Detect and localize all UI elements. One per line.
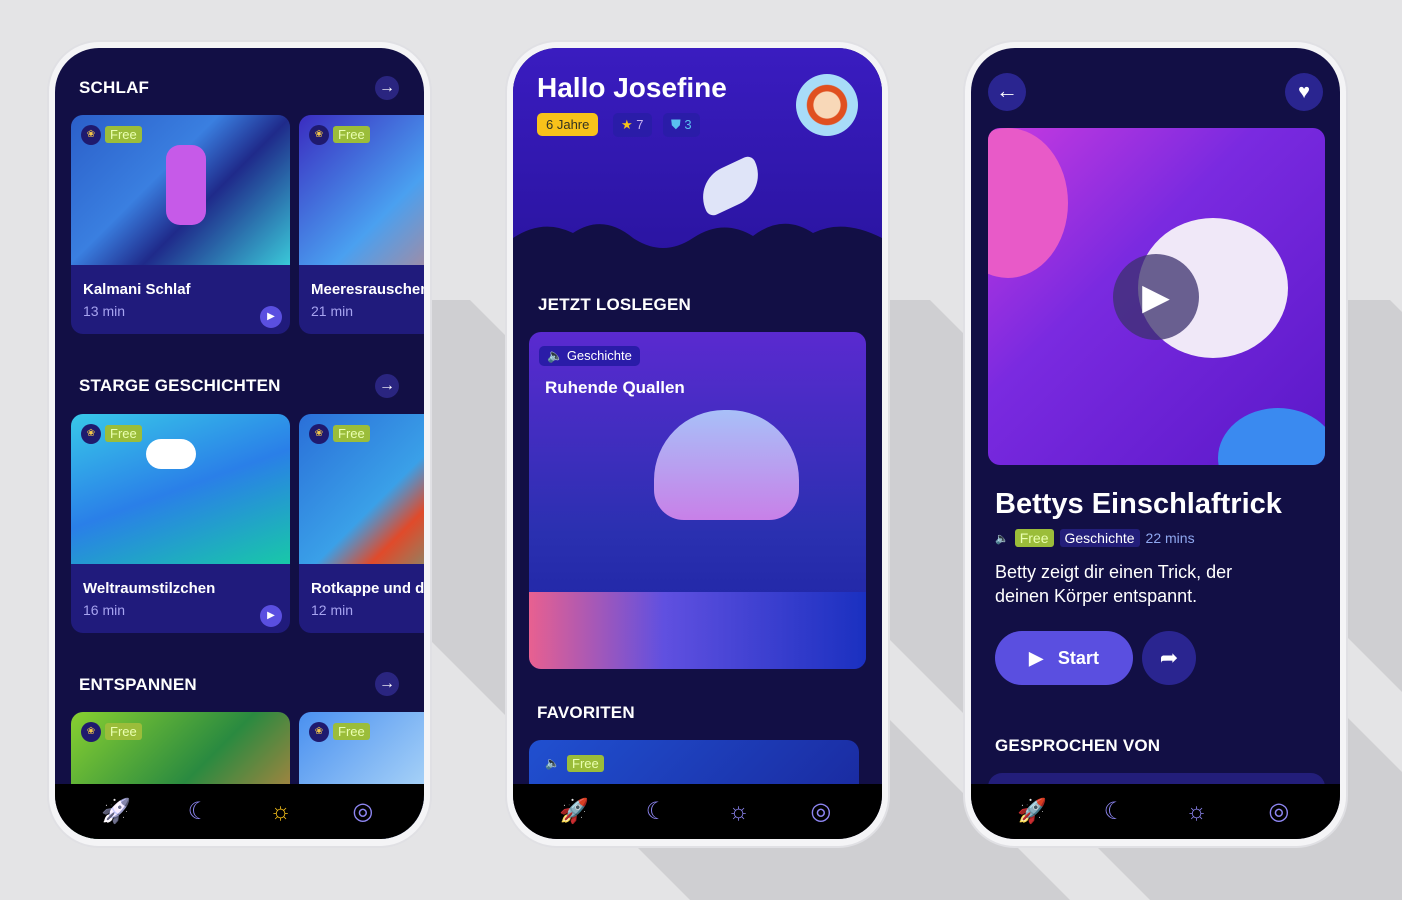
card-duration: 13 min [83, 303, 126, 319]
arrow-right-icon[interactable]: → [375, 76, 399, 100]
shields-pill: ⛊ 3 [663, 113, 700, 137]
speaker-icon: 🔈 [545, 756, 560, 770]
start-label: Start [1057, 648, 1099, 668]
lotus-icon: ❀ [309, 722, 329, 742]
section-title: JETZT LOSLEGEN [538, 295, 691, 314]
free-badge: Free [333, 425, 370, 442]
lotus-icon: ❀ [81, 424, 101, 444]
phone-home: Hallo Josefine 6 Jahre ★ 7 ⛊ 3 JETZT LOS… [507, 42, 888, 846]
cover-image: ▶ [988, 128, 1325, 465]
card-title: Rotkappe und der Wolf [311, 580, 424, 597]
shields-count: 3 [684, 117, 692, 132]
illustration [166, 145, 206, 225]
rocket-icon[interactable]: 🚀 [554, 797, 594, 826]
moon-icon[interactable]: ☾ [178, 797, 218, 826]
stars-pill: ★ 7 [613, 113, 652, 137]
profile-icon[interactable]: ◎ [343, 797, 383, 826]
lotus-icon: ❀ [81, 722, 101, 742]
free-badge: Free [105, 126, 142, 143]
rocket-icon[interactable]: 🚀 [96, 797, 136, 826]
arrow-right-icon[interactable]: → [375, 672, 399, 696]
card-duration: 16 min [83, 602, 126, 618]
free-badge: Free [333, 126, 370, 143]
feature-card[interactable]: 🔈 Geschichte Ruhende Quallen [529, 332, 866, 669]
card-rotkappe[interactable]: ❀ Free Rotkappe und der Wolf 12 min [299, 414, 424, 633]
play-icon: ▶ [1029, 648, 1043, 668]
card-duration: 21 min [311, 303, 354, 319]
clouds [513, 223, 882, 278]
profile-icon[interactable]: ◎ [1259, 797, 1299, 826]
duration: 22 mins [1145, 530, 1195, 546]
story-title: Bettys Einschlaftrick [995, 488, 1282, 520]
lotus-icon: ❀ [309, 424, 329, 444]
free-badge: Free [333, 723, 370, 740]
shield-icon: ⛊ [671, 117, 681, 132]
section-title: STARGE GESCHICHTEN [79, 376, 281, 395]
phone-detail: ← ♥ ▶ Bettys Einschlaftrick 🔈 Free Gesch… [965, 42, 1346, 846]
age-pill: 6 Jahre [537, 113, 599, 136]
play-button[interactable]: ▶ [1113, 254, 1199, 340]
section-title: FAVORITEN [537, 703, 635, 722]
play-icon[interactable]: ▶ [260, 306, 282, 328]
sun-icon[interactable]: ☼ [719, 798, 759, 826]
star-icon: ★ [621, 117, 633, 132]
greeting: Hallo Josefine [537, 72, 727, 103]
bottom-nav: 🚀 ☾ ☼ ◎ [55, 784, 424, 839]
back-button[interactable]: ← [988, 73, 1026, 111]
card-duration: 12 min [311, 602, 354, 618]
moon-icon[interactable]: ☾ [636, 797, 676, 826]
story-description: Betty zeigt dir einen Trick, der deinen … [995, 562, 1233, 606]
card-title: Kalmani Schlaf [83, 281, 191, 298]
bottom-nav: 🚀 ☾ ☼ ◎ [971, 784, 1340, 839]
stars-count: 7 [636, 117, 644, 132]
section-title: ENTSPANNEN [79, 675, 197, 694]
lotus-icon: ❀ [81, 125, 101, 145]
phone-browse: SCHLAF → ❀ Free Kalmani Schlaf 13 min ▶ … [49, 42, 430, 846]
arrow-right-icon[interactable]: → [375, 374, 399, 398]
coral-illustration [529, 592, 866, 669]
rocket-icon[interactable]: 🚀 [1012, 797, 1052, 826]
avatar[interactable] [796, 74, 858, 136]
play-icon[interactable]: ▶ [260, 605, 282, 627]
profile-icon[interactable]: ◎ [801, 797, 841, 826]
card-weltraumstilzchen[interactable]: ❀ Free Weltraumstilzchen 16 min ▶ [71, 414, 290, 633]
free-badge: Free [1014, 529, 1054, 547]
sun-icon[interactable]: ☼ [1177, 798, 1217, 826]
heart-button[interactable]: ♥ [1285, 73, 1323, 111]
planet-illustration [1218, 408, 1325, 465]
jellyfish-illustration [654, 410, 799, 520]
lotus-icon: ❀ [309, 125, 329, 145]
planet-illustration [988, 128, 1068, 278]
free-badge: Free [567, 755, 604, 772]
free-badge: Free [105, 723, 142, 740]
share-button[interactable]: ➦ [1142, 631, 1196, 685]
sun-icon[interactable]: ☼ [261, 798, 301, 826]
speaker-icon: 🔈 [547, 348, 564, 363]
card-title: Weltraumstilzchen [83, 580, 216, 597]
card-meeresrauschen[interactable]: ❀ Free Meeresrauschen 21 min [299, 115, 424, 334]
card-kalmani[interactable]: ❀ Free Kalmani Schlaf 13 min ▶ [71, 115, 290, 334]
category-tag: 🔈 Geschichte [539, 346, 640, 366]
speaker-icon: 🔈 [995, 532, 1009, 545]
free-badge: Free [105, 425, 142, 442]
bottom-nav: 🚀 ☾ ☼ ◎ [513, 784, 882, 839]
story-meta: 🔈 Free Geschichte 22 mins [995, 529, 1195, 547]
section-title: GESPROCHEN VON [995, 736, 1161, 755]
start-button[interactable]: ▶ Start [995, 631, 1133, 685]
card-title: Meeresrauschen [311, 281, 424, 298]
feature-title: Ruhende Quallen [545, 378, 685, 397]
moon-icon[interactable]: ☾ [1094, 797, 1134, 826]
category-tag: Geschichte [1059, 529, 1140, 547]
category-label: Geschichte [566, 348, 632, 363]
illustration [146, 439, 196, 469]
section-title: SCHLAF [79, 78, 150, 97]
